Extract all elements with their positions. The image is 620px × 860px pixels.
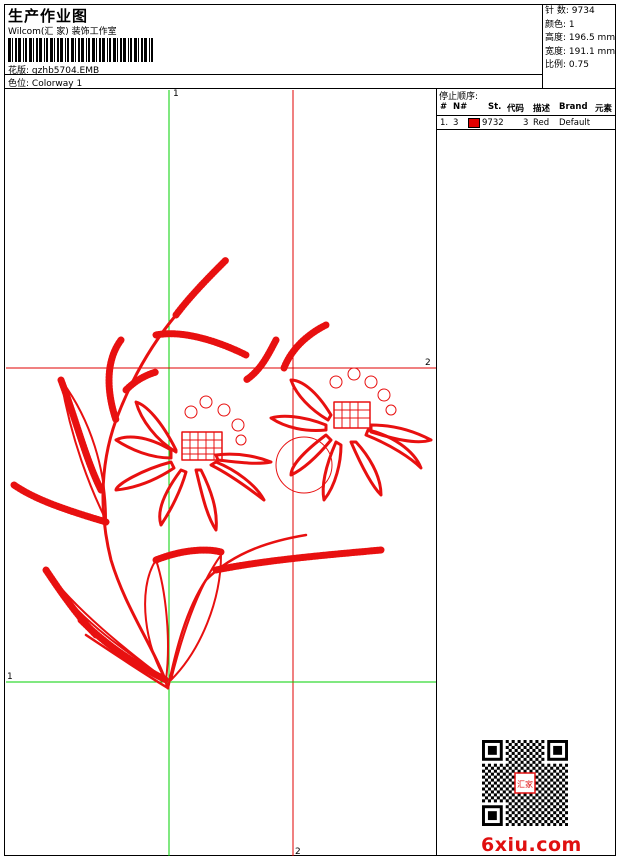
left-flower-petal-6 <box>209 460 266 502</box>
qr-stamp-text: 汇家 <box>517 779 533 789</box>
divider-right-column <box>436 88 437 855</box>
right-flower-petal-1 <box>289 378 333 422</box>
right-flower-petal-6 <box>364 428 423 470</box>
leaf-curl-right <box>280 321 330 372</box>
divider-header <box>5 88 615 89</box>
left-flower-petal-5 <box>194 468 218 532</box>
embroidery-design <box>6 90 436 856</box>
stat-scale: 比例: 0.75 <box>545 60 589 71</box>
guide-label-h2: 2 <box>425 358 431 368</box>
left-flower-buds <box>184 395 247 446</box>
guide-label-h1: 1 <box>7 672 13 682</box>
left-flower-petal-2 <box>134 400 178 454</box>
guide-label-v2: 2 <box>295 847 301 857</box>
right-flower-center <box>333 401 371 429</box>
stop-sequence-title: 停止顺序: <box>439 92 479 102</box>
watermark: 6xiu.com <box>481 834 582 856</box>
leaf-lower-top <box>152 546 225 564</box>
right-flower-petal-5 <box>349 440 383 497</box>
right-flower-petal-7 <box>369 423 433 444</box>
company-name: Wilcom(汇 家) 装饰工作室 <box>8 27 117 37</box>
stat-stitches: 针 数: 9734 <box>545 6 595 16</box>
stats-panel: 针 数: 9734 颜色: 1 高度: 196.5 mm 宽度: 191.1 m… <box>543 5 619 73</box>
leaf-top <box>172 256 230 319</box>
left-flower-petal-7 <box>214 452 273 465</box>
divider-1 <box>5 74 542 75</box>
leaf-mid <box>122 368 160 394</box>
leaf-small-right <box>242 336 280 384</box>
leaf-lower-right <box>212 546 385 574</box>
table-header-divider <box>436 115 615 116</box>
left-flower-petal-4 <box>158 468 188 527</box>
guide-label-v1: 1 <box>173 89 179 99</box>
right-flower-buds <box>329 367 397 416</box>
left-flower-petal-3 <box>114 460 176 492</box>
sheet-title: 生产作业图 <box>8 7 89 25</box>
stat-colors: 颜色: 1 <box>545 19 575 30</box>
production-sheet: 生产作业图 Wilcom(汇 家) 装饰工作室 花版: gzhb5704.EMB… <box>4 4 619 857</box>
stat-width: 宽度: 191.1 mm <box>545 46 616 57</box>
right-flower-petal-4 <box>321 440 343 502</box>
right-flower-grid <box>333 401 371 429</box>
main-stem <box>101 313 178 690</box>
right-flower-ring <box>275 436 333 494</box>
barcode <box>8 38 153 62</box>
right-flower-petal-2 <box>269 414 328 432</box>
stat-height: 高度: 196.5 mm <box>545 33 616 44</box>
qr-code: 汇家 <box>482 740 568 826</box>
left-flower-petal-1 <box>114 435 173 460</box>
leaf-outline-lower <box>144 559 169 681</box>
leaf-left-long <box>57 376 105 494</box>
table-row-divider <box>436 129 615 130</box>
leaf-outline-bottom <box>45 569 167 681</box>
